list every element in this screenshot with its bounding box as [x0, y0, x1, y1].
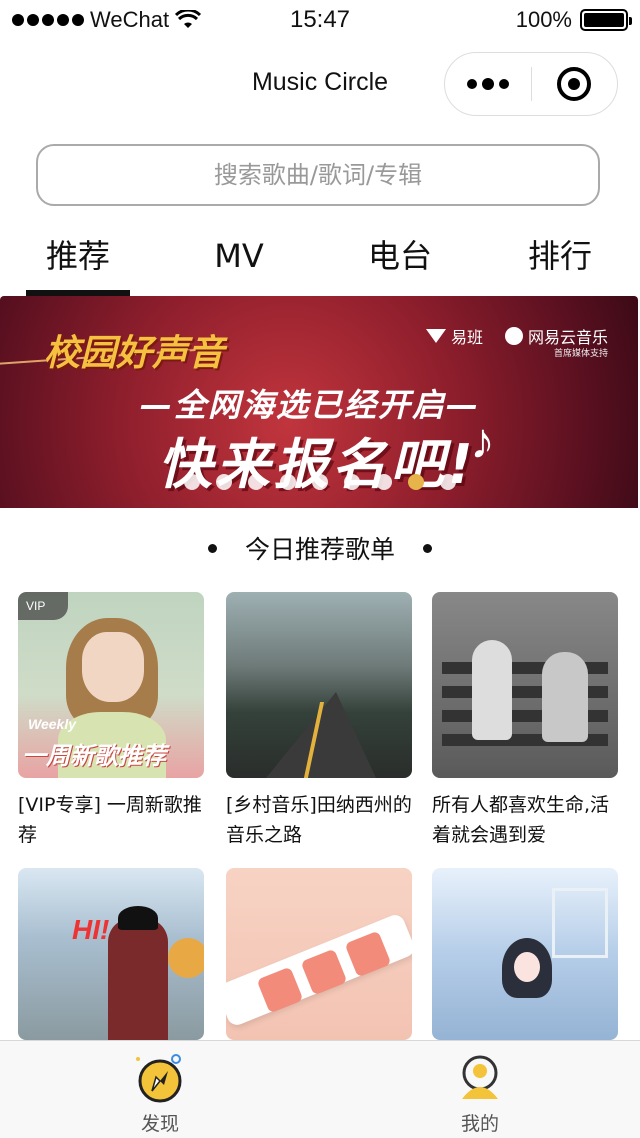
- tab-label: 排行: [527, 237, 592, 275]
- banner-event-title: 校园好声音: [44, 333, 225, 374]
- section-title: 今日推荐歌单: [244, 535, 395, 564]
- tab-radio[interactable]: 电台: [348, 222, 452, 296]
- carousel-dot[interactable]: [184, 474, 200, 490]
- playlist-cover[interactable]: [432, 868, 618, 1040]
- playlist-card[interactable]: [226, 868, 412, 1040]
- banner-brands: 易班 网易云音乐: [425, 324, 608, 348]
- carousel-dot[interactable]: [248, 474, 264, 490]
- carrier-name: WeChat: [90, 7, 170, 32]
- carousel-dot[interactable]: [344, 474, 360, 490]
- carousel-indicator: [0, 474, 640, 490]
- battery-icon: [580, 9, 632, 31]
- bullet-icon: [207, 543, 217, 553]
- playlist-cover[interactable]: Weekly 一周新歌推荐 VIP: [18, 592, 204, 778]
- compass-icon: [136, 1054, 182, 1103]
- tab-recommend[interactable]: 推荐: [26, 222, 130, 296]
- carousel-dot[interactable]: [376, 474, 392, 490]
- close-program-icon[interactable]: [532, 67, 618, 101]
- playlist-card[interactable]: HI!: [18, 868, 204, 1040]
- playlist-title[interactable]: [乡村音乐]田纳西州的音乐之路: [226, 790, 412, 850]
- bottom-tab-bar: 发现 我的: [0, 1040, 640, 1138]
- tabbar-item-discover[interactable]: 发现: [0, 1041, 320, 1138]
- mini-program-capsule: [444, 52, 618, 116]
- banner-sponsor-note: 首席媒体支持: [553, 349, 608, 359]
- tab-mv[interactable]: MV: [192, 222, 286, 296]
- nav-bar: Music Circle: [0, 40, 640, 128]
- status-bar: WeChat 15:47 100%: [0, 0, 640, 40]
- more-icon[interactable]: [445, 77, 531, 90]
- carousel-dot[interactable]: [280, 474, 296, 490]
- playlist-card[interactable]: [乡村音乐]田纳西州的音乐之路: [226, 592, 412, 850]
- carousel-dot[interactable]: [440, 474, 456, 490]
- playlist-cover[interactable]: [226, 868, 412, 1040]
- cover-text: Weekly: [28, 716, 76, 732]
- playlist-cover[interactable]: HI!: [18, 868, 204, 1040]
- tab-ranking[interactable]: 排行: [508, 222, 612, 296]
- battery-percent: 100%: [515, 7, 572, 32]
- netease-logo-icon: [504, 327, 523, 345]
- tab-label: 推荐: [45, 237, 110, 275]
- tab-label: 电台: [367, 237, 432, 275]
- carousel-dot-active[interactable]: [408, 474, 424, 490]
- vip-badge: VIP: [18, 592, 68, 620]
- section-header: 今日推荐歌单: [0, 530, 640, 566]
- search-bar[interactable]: [36, 144, 600, 206]
- carousel-dot[interactable]: [312, 474, 328, 490]
- tabbar-item-mine[interactable]: 我的: [320, 1041, 640, 1138]
- user-icon: [462, 1055, 498, 1099]
- playlist-card[interactable]: Weekly 一周新歌推荐 VIP [VIP专享] 一周新歌推荐: [18, 592, 204, 850]
- cover-text-cn: 一周新歌推荐: [22, 742, 166, 770]
- brand-yiban: 易班: [450, 328, 483, 347]
- playlist-cover[interactable]: [226, 592, 412, 778]
- carousel-dot[interactable]: [216, 474, 232, 490]
- tabbar-label: 我的: [460, 1113, 499, 1135]
- playlist-title[interactable]: [VIP专享] 一周新歌推荐: [18, 790, 204, 850]
- tab-label: MV: [214, 237, 264, 275]
- wifi-icon: [175, 10, 202, 28]
- tabbar-label: 发现: [140, 1113, 179, 1135]
- music-note-icon: ♪: [470, 413, 495, 469]
- category-tabs: 推荐 MV 电台 排行: [0, 222, 640, 296]
- bullet-icon: [423, 543, 432, 553]
- playlist-cover[interactable]: [432, 592, 618, 778]
- yiban-logo-icon: [425, 329, 446, 343]
- signal-icon: [12, 14, 84, 26]
- playlist-title[interactable]: 所有人都喜欢生命,活着就会遇到爱: [432, 790, 618, 850]
- playlist-card[interactable]: 所有人都喜欢生命,活着就会遇到爱: [432, 592, 618, 850]
- search-input[interactable]: [38, 161, 598, 189]
- playlist-card[interactable]: [432, 868, 618, 1040]
- brand-netease: 网易云音乐: [527, 328, 608, 347]
